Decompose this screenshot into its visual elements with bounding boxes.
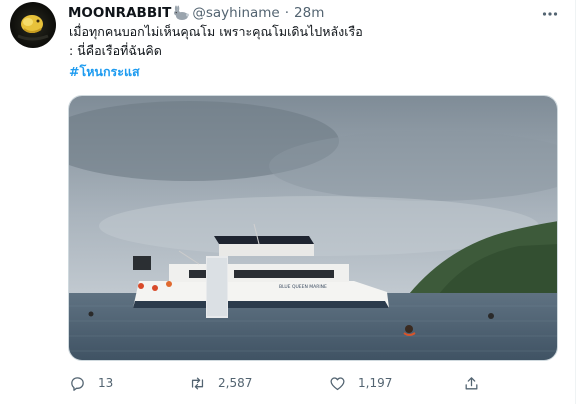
reply-icon [71, 376, 84, 391]
share-icon [465, 376, 478, 389]
reply-count: 13 [98, 376, 114, 390]
tweet-text-line-2: : นี่คือเรือที่ฉันคิด [69, 43, 162, 58]
tweet-header: MOONRABBIT @sayhiname · 28m [68, 4, 324, 22]
like-count: 1,197 [358, 376, 393, 390]
share-button[interactable] [463, 372, 480, 394]
display-name[interactable]: MOONRABBIT [68, 5, 171, 21]
tweet-photo[interactable]: BLUE QUEEN MARINE [68, 95, 558, 361]
retweet-icon [191, 377, 204, 389]
reply-button[interactable]: 13 [69, 372, 113, 394]
action-bar: 13 2,587 1,197 [0, 372, 580, 394]
boat-label: BLUE QUEEN MARINE [279, 284, 327, 290]
like-button[interactable]: 1,197 [329, 372, 392, 394]
timestamp[interactable]: 28m [294, 5, 324, 21]
more-icon[interactable] [541, 5, 559, 17]
rabbit-icon [172, 5, 190, 21]
tweet-text-line-1: เมื่อทุกคนบอกไม่เห็นคุณโม เพราะคุณโมเดิน… [69, 24, 363, 39]
separator-dot: · [284, 5, 290, 21]
tweet[interactable]: MOONRABBIT @sayhiname · 28m เมื่อทุกคนบอ… [0, 0, 580, 404]
retweet-count: 2,587 [218, 376, 253, 390]
avatar[interactable] [10, 2, 56, 48]
heart-icon [330, 376, 345, 390]
retweet-button[interactable]: 2,587 [189, 372, 252, 394]
handle[interactable]: @sayhiname [192, 5, 279, 21]
hashtag-link[interactable]: #โหนกระแส [69, 62, 140, 82]
